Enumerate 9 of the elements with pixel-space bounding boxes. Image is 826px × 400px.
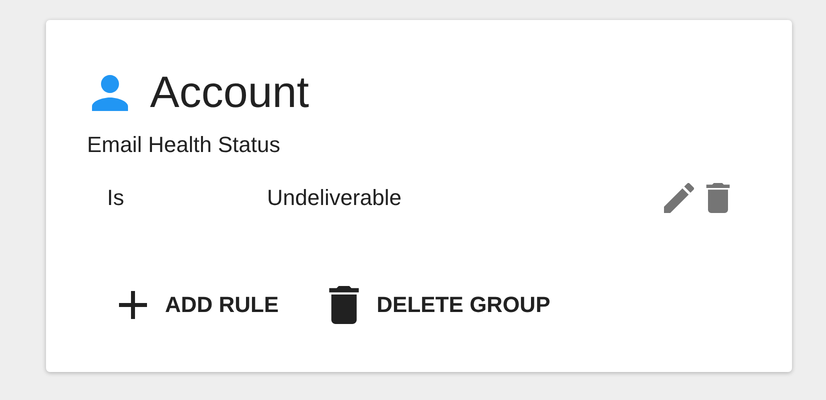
trash-icon [328,286,359,324]
person-icon [92,75,128,111]
rule-operator: Is [107,185,126,211]
delete-button[interactable]: DELETE GROUP [318,278,560,332]
plus-icon [119,291,147,319]
field-label: Email Health Status [87,132,282,158]
add-button[interactable]: ADD RULE [109,278,289,332]
card-title: Account [150,68,309,118]
rule-value: Undeliverable [267,185,403,211]
